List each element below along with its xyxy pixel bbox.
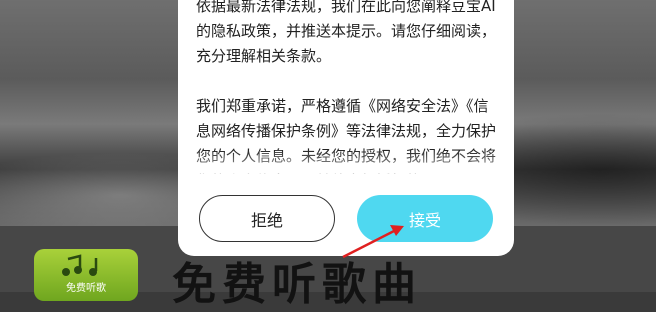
- arrow-annotation-icon: [342, 225, 404, 259]
